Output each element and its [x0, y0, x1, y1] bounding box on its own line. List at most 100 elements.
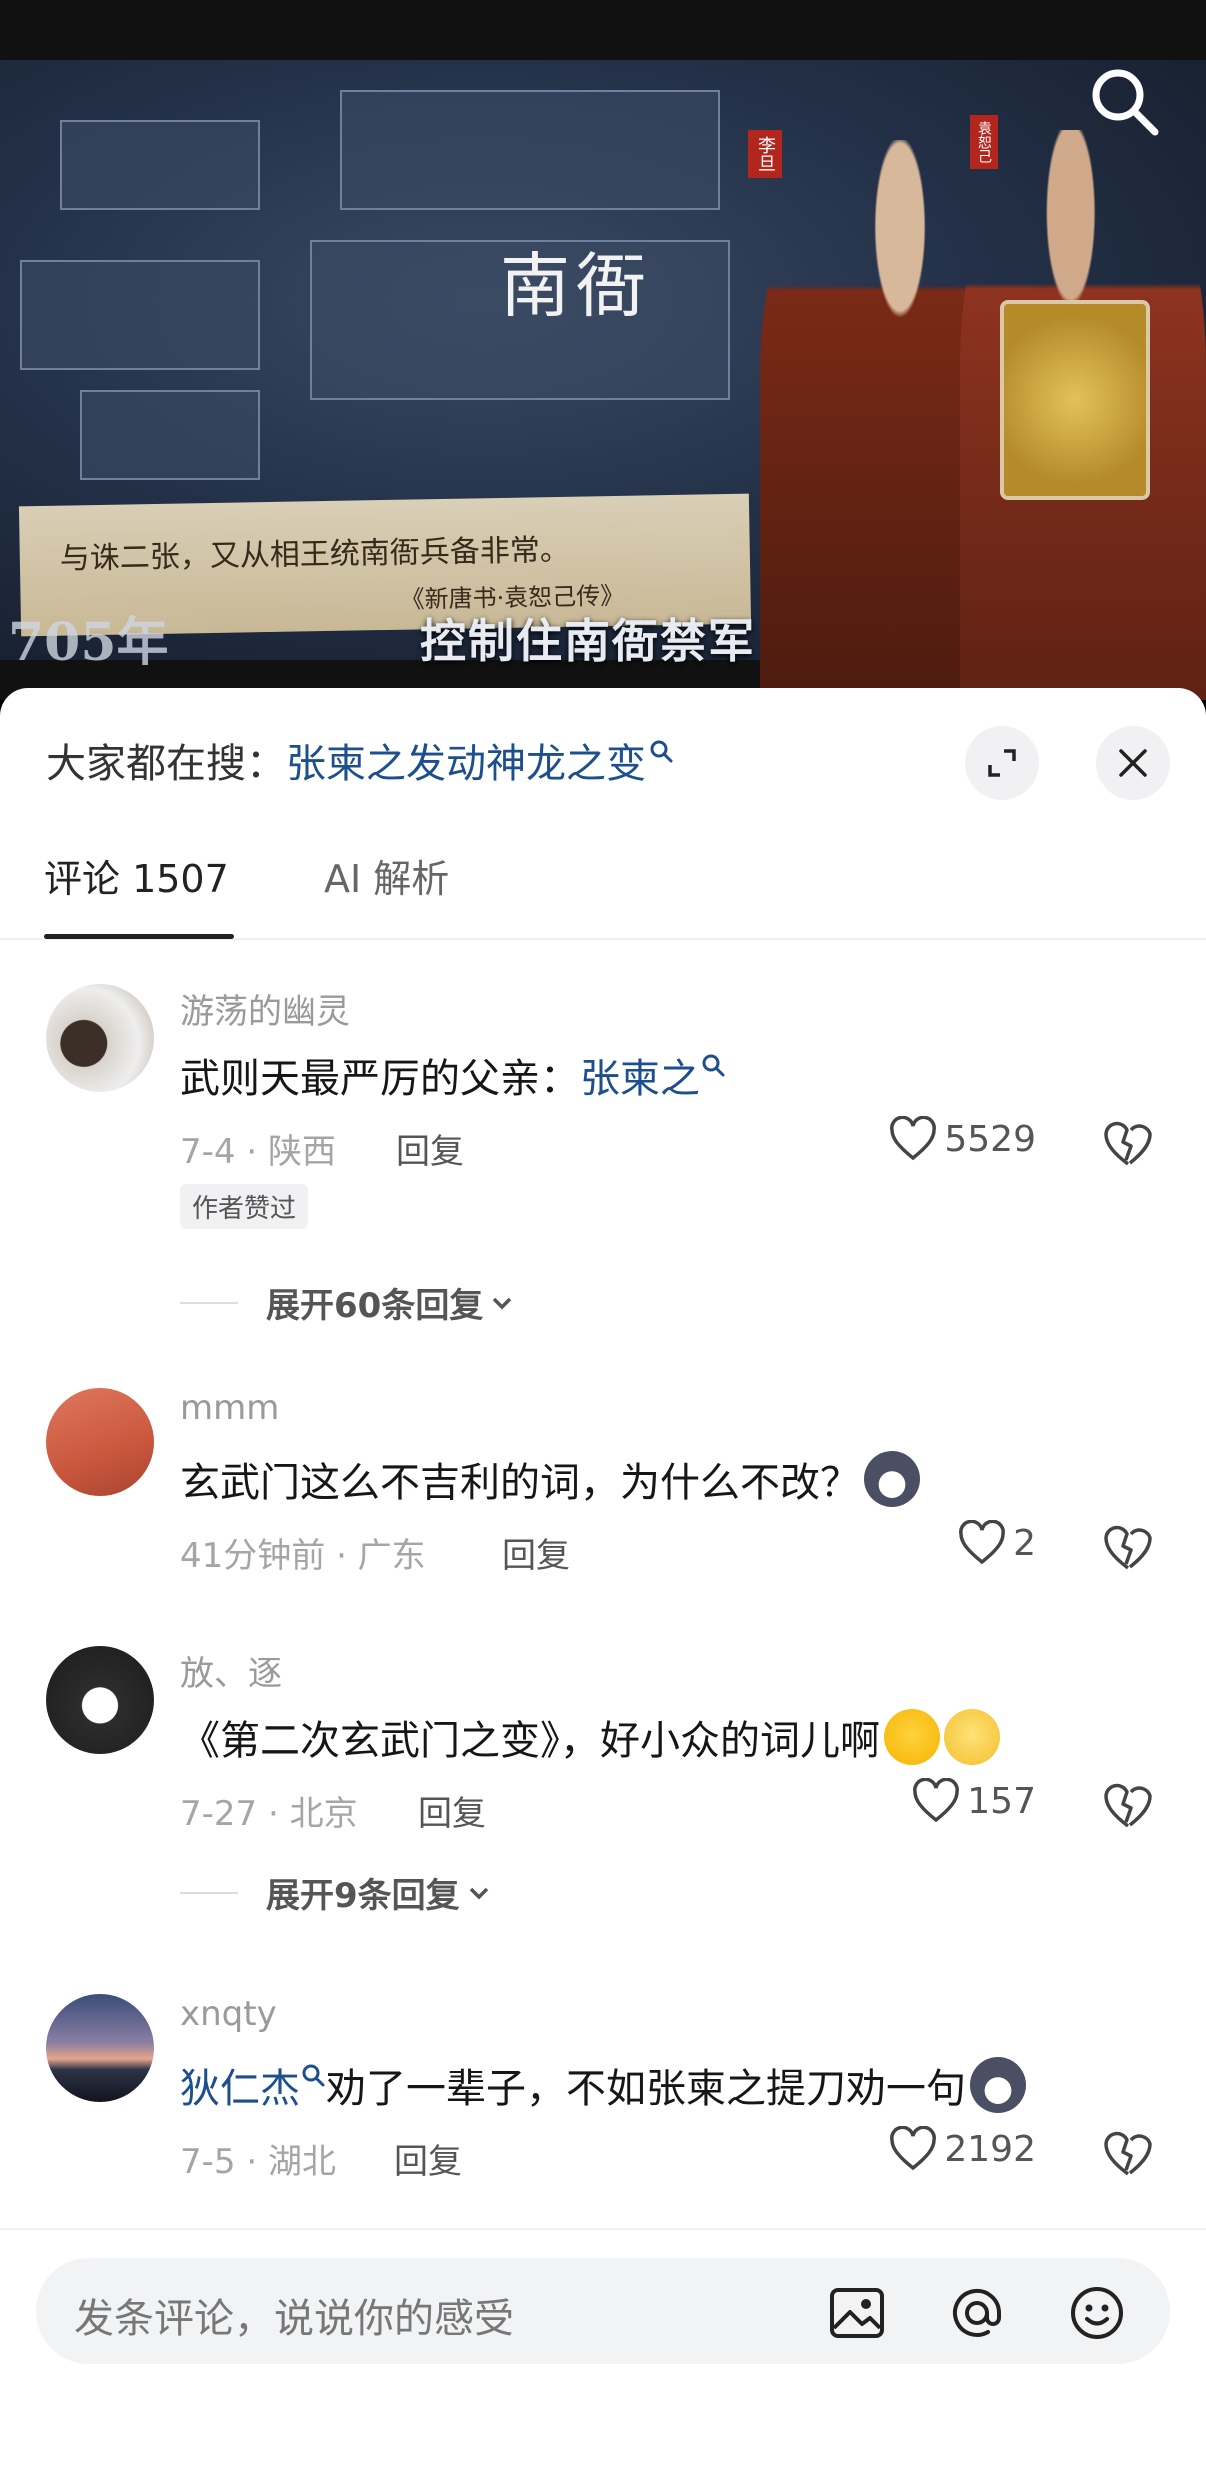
- divider: [180, 1891, 238, 1894]
- like-count: 2192: [944, 2128, 1036, 2170]
- comment-text-body: 劝了一辈子，不如张柬之提刀劝一句: [326, 2066, 966, 2112]
- like-button[interactable]: 157: [911, 1778, 1036, 1824]
- quote-text: 与诛二张，又从相王统南衙兵备非常。: [59, 532, 571, 577]
- comment-meta: 7-4 · 陕西: [180, 1132, 336, 1172]
- husky-emoji-icon: [970, 2057, 1026, 2113]
- like-button[interactable]: 2: [957, 1520, 1036, 1566]
- map-block: [60, 120, 260, 210]
- comment-item: xnqty 狄仁杰 劝了一辈子，不如张柬之提刀劝一句 7-5 · 湖北 回复 2…: [0, 1994, 1206, 2194]
- search-icon: [302, 2064, 325, 2087]
- dislike-button[interactable]: [1100, 1116, 1156, 1172]
- trending-link[interactable]: 张柬之发动神龙之变: [286, 731, 646, 789]
- map-block: [340, 90, 720, 210]
- comment-username[interactable]: 游荡的幽灵: [180, 984, 350, 1033]
- avatar[interactable]: [46, 1646, 154, 1754]
- broken-heart-icon: [1104, 1121, 1152, 1166]
- map-block: [20, 260, 260, 370]
- close-icon: [1119, 749, 1147, 777]
- like-button[interactable]: 2192: [888, 2126, 1036, 2172]
- search-icon: [1092, 69, 1159, 136]
- place-title: 南衙: [500, 245, 652, 327]
- tab-ai-analysis[interactable]: AI 解析: [324, 848, 449, 903]
- comment-input[interactable]: 发条评论，说说你的感受: [36, 2258, 1170, 2364]
- broken-heart-icon: [1104, 2131, 1152, 2176]
- heart-icon: [913, 1778, 960, 1823]
- close-button[interactable]: [1096, 726, 1170, 800]
- video-caption: 控制住南衙禁军: [420, 614, 756, 668]
- avatar[interactable]: [46, 1994, 154, 2102]
- map-block: [80, 390, 260, 480]
- comment-search-link[interactable]: 狄仁杰: [180, 2056, 300, 2114]
- dislike-button[interactable]: [1100, 2126, 1156, 2182]
- like-count: 5529: [944, 1118, 1036, 1160]
- avatar[interactable]: [46, 984, 154, 1092]
- expand-replies-label: 展开60条回复: [266, 1286, 484, 1326]
- comment-username[interactable]: xnqty: [180, 1994, 277, 2034]
- comment-text: 武则天最严厉的父亲： 张柬之: [180, 1046, 726, 1104]
- reply-button[interactable]: 回复: [396, 1124, 464, 1173]
- comment-input-placeholder: 发条评论，说说你的感受: [74, 2296, 514, 2342]
- reply-button[interactable]: 回复: [418, 1786, 486, 1835]
- husky-emoji-icon: [864, 1451, 920, 1507]
- reply-button[interactable]: 回复: [394, 2134, 462, 2183]
- comment-item: mmm 玄武门这么不吉利的词，为什么不改？ 41分钟前 · 广东 回复 2: [0, 1388, 1206, 1588]
- chevron-down-icon: [469, 1887, 488, 1899]
- laughing-emoji-icon: [884, 1709, 940, 1765]
- video-player[interactable]: 南衙 李旦 袁恕己 与诛二张，又从相王统南衙兵备非常。 《新唐书·袁恕己传》 7…: [0, 0, 1206, 700]
- trending-prefix: 大家都在搜：: [46, 741, 286, 787]
- active-tab-indicator: [44, 934, 234, 939]
- heart-icon: [890, 2126, 937, 2171]
- emoji-button[interactable]: [1066, 2282, 1128, 2344]
- year-label: 705年: [8, 612, 169, 673]
- comment-meta: 41分钟前 · 广东: [180, 1536, 426, 1576]
- comment-text-body: 武则天最严厉的父亲：: [180, 1056, 580, 1102]
- comment-text: 《第二次玄武门之变》，好小众的词儿啊: [180, 1708, 1000, 1766]
- heart-icon: [959, 1520, 1006, 1565]
- image-icon: [830, 2288, 884, 2338]
- comment-text: 狄仁杰 劝了一辈子，不如张柬之提刀劝一句: [180, 2056, 1026, 2114]
- comment-meta: 7-5 · 湖北: [180, 2142, 336, 2182]
- comment-sheet: 大家都在搜： 张柬之发动神龙之变 评论 1507 AI 解析 游荡的幽灵 武则天…: [0, 688, 1206, 2471]
- heart-icon: [890, 1116, 937, 1161]
- bagua-tablet: [1000, 300, 1150, 500]
- video-frame: 南衙 李旦 袁恕己 与诛二张，又从相王统南衙兵备非常。 《新唐书·袁恕己传》: [0, 60, 1206, 700]
- comment-text: 玄武门这么不吉利的词，为什么不改？: [180, 1450, 920, 1508]
- at-icon: [953, 2288, 1001, 2337]
- dislike-button[interactable]: [1100, 1520, 1156, 1576]
- author-liked-badge: 作者赞过: [180, 1184, 309, 1229]
- search-button[interactable]: [1085, 62, 1165, 142]
- name-tag-left: 李旦: [748, 130, 782, 178]
- expand-sheet-button[interactable]: [965, 726, 1039, 800]
- comment-input-bar: 发条评论，说说你的感受: [0, 2228, 1206, 2471]
- reply-button[interactable]: 回复: [502, 1528, 570, 1577]
- tab-bar: 评论 1507 AI 解析: [0, 838, 1206, 940]
- avatar[interactable]: [46, 1388, 154, 1496]
- comment-text-body: 《第二次玄武门之变》，好小众的词儿啊: [180, 1718, 880, 1764]
- chevron-down-icon: [493, 1297, 512, 1309]
- expand-replies-button[interactable]: 展开60条回复: [180, 1278, 517, 1327]
- expand-replies-label: 展开9条回复: [266, 1876, 460, 1916]
- broken-heart-icon: [1104, 1783, 1152, 1828]
- dislike-button[interactable]: [1100, 1778, 1156, 1834]
- comment-username[interactable]: mmm: [180, 1388, 279, 1428]
- comment-username[interactable]: 放、逐: [180, 1646, 282, 1695]
- comment-item: 放、逐 《第二次玄武门之变》，好小众的词儿啊 7-27 · 北京 回复 157: [0, 1646, 1206, 1846]
- name-tag-right: 袁恕己: [970, 115, 998, 169]
- comment-text-body: 玄武门这么不吉利的词，为什么不改？: [180, 1460, 860, 1506]
- like-button[interactable]: 5529: [888, 1116, 1036, 1162]
- mention-button[interactable]: [946, 2282, 1008, 2344]
- search-icon: [702, 1054, 725, 1077]
- dizzy-emoji-icon: [944, 1709, 1000, 1765]
- image-button[interactable]: [826, 2282, 888, 2344]
- comment-meta: 7-27 · 北京: [180, 1794, 358, 1834]
- comment-search-link[interactable]: 张柬之: [580, 1046, 700, 1104]
- like-count: 2: [1013, 1522, 1036, 1564]
- trending-search[interactable]: 大家都在搜： 张柬之发动神龙之变: [46, 730, 674, 790]
- search-icon: [650, 740, 673, 763]
- expand-replies-button[interactable]: 展开9条回复: [180, 1868, 494, 1917]
- tab-comments[interactable]: 评论 1507: [44, 848, 229, 903]
- comment-item: 游荡的幽灵 武则天最严厉的父亲： 张柬之 7-4 · 陕西 回复 5529 作者…: [0, 984, 1206, 1244]
- expand-icon: [988, 749, 1016, 777]
- divider: [180, 1301, 238, 1304]
- smiley-icon: [1071, 2287, 1123, 2339]
